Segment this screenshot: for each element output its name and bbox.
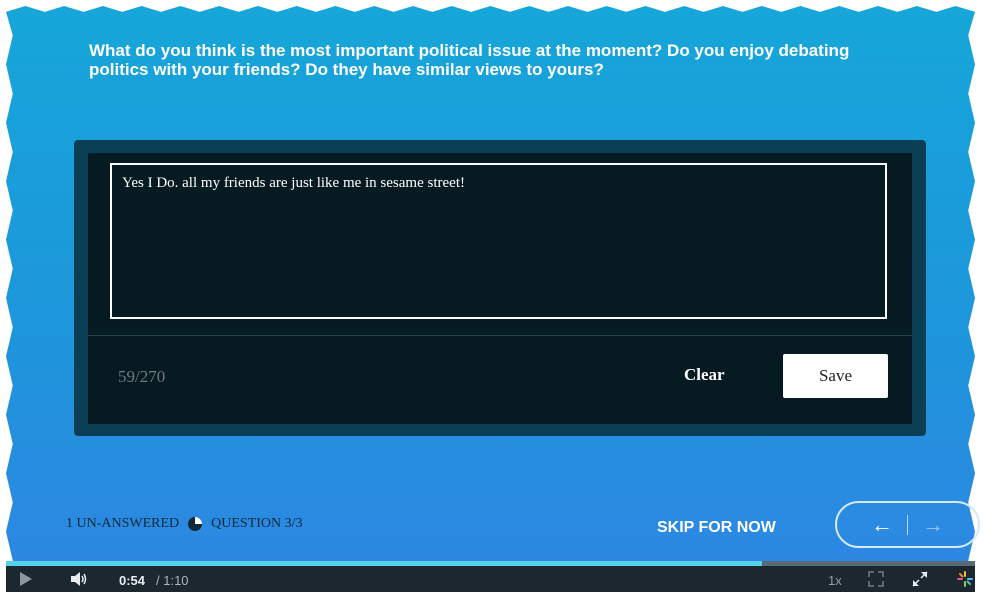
expand-icon[interactable] xyxy=(868,571,884,587)
current-time: 0:54 xyxy=(119,573,146,588)
skip-for-now-button[interactable]: SKIP FOR NOW xyxy=(657,519,776,537)
spinner-icon xyxy=(957,571,973,587)
play-icon[interactable] xyxy=(20,572,32,586)
video-player-controls: 0:54 / 1:10 1x xyxy=(6,566,975,592)
card-divider xyxy=(88,335,912,336)
question-progress: QUESTION 3/3 xyxy=(211,516,303,531)
answer-textarea[interactable] xyxy=(110,163,887,319)
unanswered-count: 1 UN-ANSWERED xyxy=(66,516,180,531)
question-navigation: ← → xyxy=(835,501,980,548)
question-text: What do you think is the most important … xyxy=(89,41,850,79)
nav-separator xyxy=(907,514,908,535)
answer-card-inner: 59/270 Clear Save xyxy=(88,153,912,424)
playback-speed-button[interactable]: 1x xyxy=(828,573,842,588)
pie-chart-icon xyxy=(188,517,203,531)
previous-arrow-icon[interactable]: ← xyxy=(871,512,893,538)
character-count: 59/270 xyxy=(118,367,166,386)
total-time: / 1:10 xyxy=(156,573,189,588)
next-arrow-icon[interactable]: → xyxy=(922,512,944,538)
volume-icon[interactable] xyxy=(70,571,88,587)
clear-button[interactable]: Clear xyxy=(684,365,725,385)
fullscreen-icon[interactable] xyxy=(912,571,928,587)
answer-card: 59/270 Clear Save xyxy=(74,140,926,436)
question-status: 1 UN-ANSWERED QUESTION 3/3 xyxy=(66,516,303,532)
slide-background: What do you think is the most important … xyxy=(6,6,975,590)
save-button[interactable]: Save xyxy=(783,354,888,398)
